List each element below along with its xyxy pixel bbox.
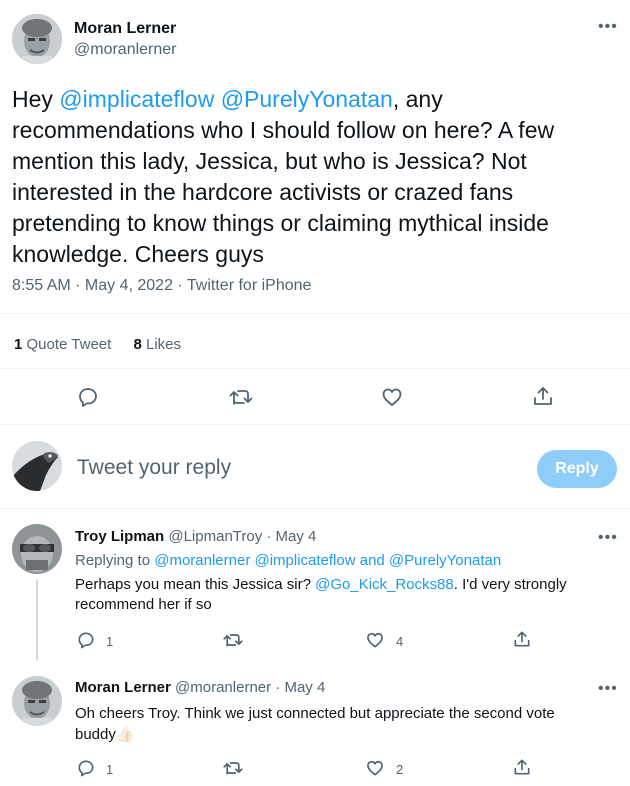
quote-count: 1 [14,336,23,353]
likes-link[interactable]: 8 Likes [133,336,181,353]
reply-text-line: Oh cheers Troy. Think we just connected … [75,705,555,722]
thread-line [36,580,38,660]
reply-handle-date[interactable]: @moranlerner · May 4 [175,679,325,696]
like-icon[interactable] [380,385,404,409]
user-avatar[interactable] [12,441,62,491]
reply-text: Oh cheers Troy. Think we just connected … [75,703,555,745]
reply-text-part: buddy [75,726,116,743]
mention-link[interactable]: @PurelyYonatan [221,86,393,112]
reply-avatar[interactable] [12,676,62,726]
like-icon[interactable] [365,758,385,778]
like-count: 4 [396,634,404,649]
tweet-text: Hey @implicateflow @PurelyYonatan, any r… [12,84,624,270]
author-name[interactable]: Moran Lerner [74,20,176,38]
mention-link[interactable]: @implicateflow [59,86,214,112]
reply-author-name[interactable]: Troy Lipman [75,528,164,545]
quote-label: Quote Tweet [26,336,112,353]
reply-button[interactable]: Reply [537,450,617,488]
reply-header: Moran Lerner @moranlerner · May 4 [75,679,325,696]
retweet-icon[interactable] [222,758,244,778]
mention-link[interactable]: @Go_Kick_Rocks88 [315,576,454,593]
divider [0,508,630,509]
tweet-timestamp[interactable]: 8:55 AM · May 4, 2022 · Twitter for iPho… [12,277,311,295]
author-avatar[interactable] [12,14,62,64]
share-icon[interactable] [531,384,555,408]
share-icon[interactable] [512,757,532,777]
like-count: 2 [396,762,404,777]
divider [0,313,630,314]
reply-text-line: Perhaps you mean this Jessica sir? @Go_K… [75,575,567,595]
reply-icon[interactable] [76,758,96,778]
retweet-icon[interactable] [222,630,244,650]
retweet-icon[interactable] [228,385,254,409]
reply-text-part: Perhaps you mean this Jessica sir? [75,576,316,593]
divider [0,424,630,425]
divider [0,368,630,369]
reply-avatar[interactable] [12,524,62,574]
reply-count: 1 [106,762,114,777]
reply-text: Perhaps you mean this Jessica sir? @Go_K… [75,575,567,615]
replying-to: Replying to @moranlerner @implicateflow … [75,552,501,569]
share-icon[interactable] [512,629,532,649]
reply-handle-date[interactable]: @LipmanTroy · May 4 [168,528,316,545]
more-options-icon[interactable]: ••• [598,530,618,546]
reply-text-line: buddy👍🏻 [75,724,555,745]
reply-count: 1 [106,634,114,649]
more-options-icon[interactable]: ••• [598,681,618,697]
author-handle[interactable]: @moranlerner [74,41,177,59]
reply-header: Troy Lipman @LipmanTroy · May 4 [75,528,316,545]
reply-icon[interactable] [76,630,96,650]
tweet-stats: 1 Quote Tweet 8 Likes [14,336,181,353]
likes-count: 8 [133,336,142,353]
likes-label: Likes [145,336,182,353]
tweet-text-part: , any recommendations who I should follo… [12,86,555,267]
thumbs-up-emoji: 👍🏻 [115,726,135,743]
tweet-text-part: Hey [12,86,60,112]
reply-text-part: . I'd very strongly [453,576,567,593]
quote-tweet-link[interactable]: 1 Quote Tweet [14,336,115,353]
like-icon[interactable] [365,630,385,650]
reply-icon[interactable] [76,385,100,409]
more-options-icon[interactable]: ••• [598,19,618,35]
replying-prefix: Replying to [75,552,155,569]
reply-author-name[interactable]: Moran Lerner [75,679,171,696]
reply-text-line: recommend her if so [75,596,212,613]
replying-to-link[interactable]: @moranlerner @implicateflow and @PurelyY… [154,552,501,569]
reply-input[interactable]: Tweet your reply [77,456,507,480]
